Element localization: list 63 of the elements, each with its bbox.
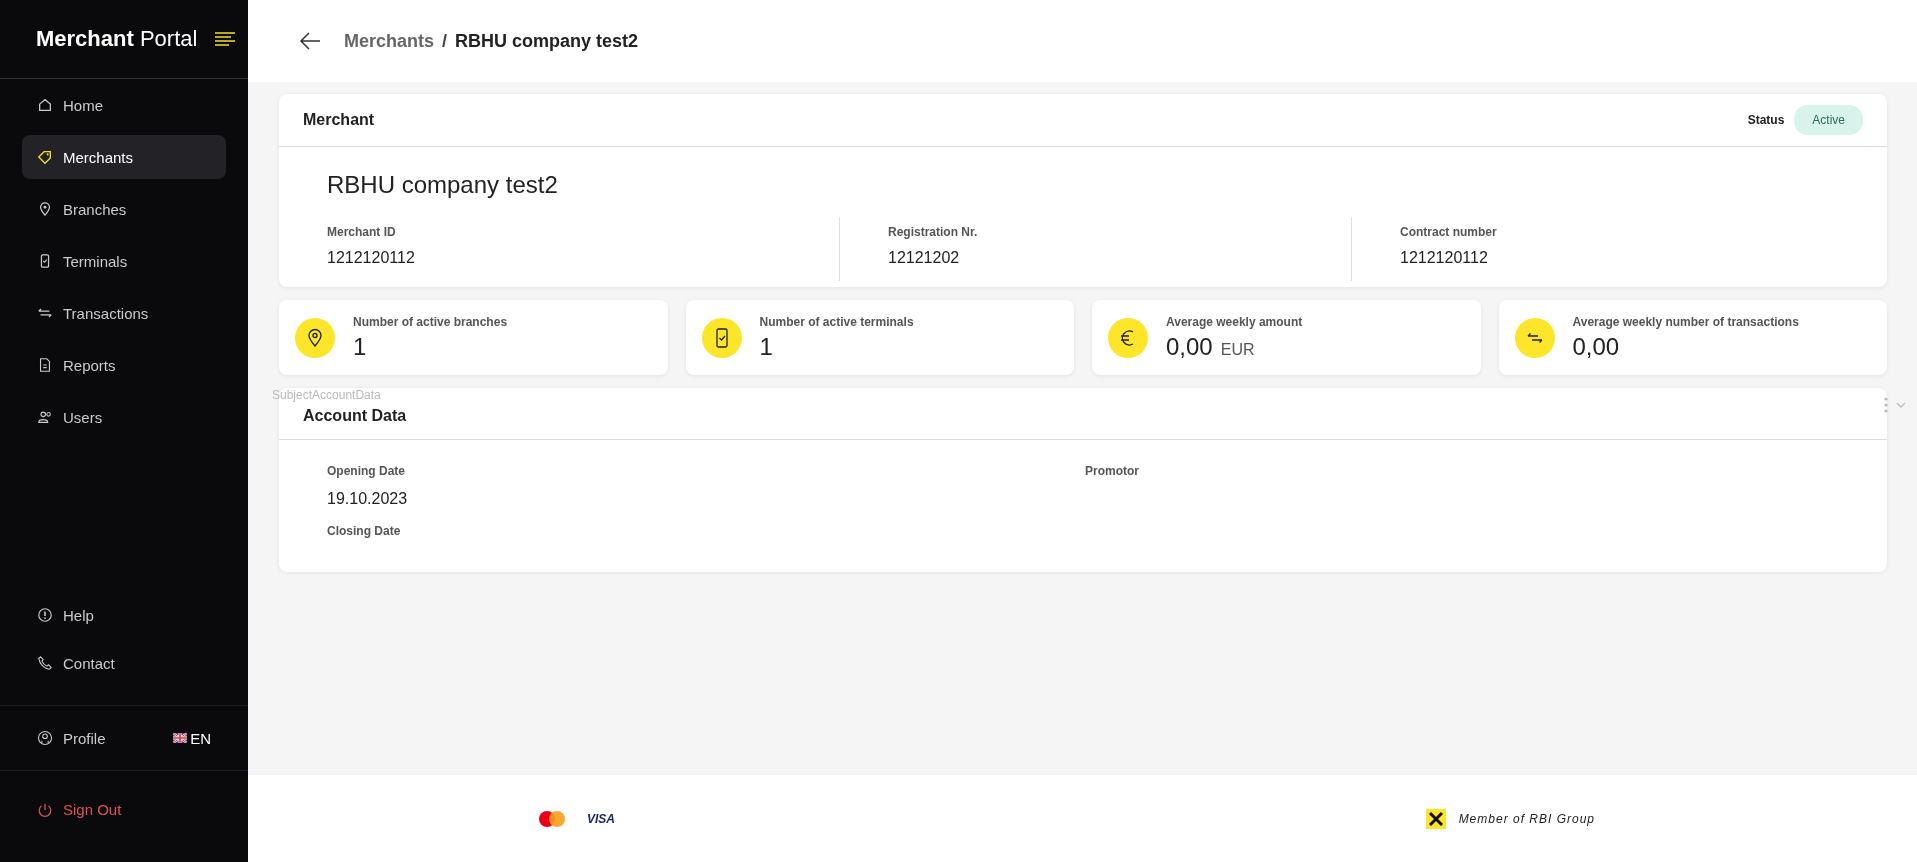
breadcrumb-link[interactable]: Merchants (344, 30, 435, 52)
phone-icon (37, 655, 53, 671)
field-label: Opening Date (327, 464, 406, 478)
breadcrumb-separator: / (442, 30, 448, 52)
merchant-name: RBHU company test2 (327, 171, 559, 199)
breadcrumb-current: RBHU company test2 (455, 30, 639, 52)
menu-button[interactable] (212, 29, 238, 49)
app-title: Merchant Portal (36, 26, 198, 52)
nav-item[interactable]: Users (22, 395, 226, 439)
field-label: Merchant ID (327, 225, 397, 239)
location-pin-icon (295, 317, 335, 358)
status-badge: Active (1794, 105, 1863, 135)
nav-item[interactable]: Home (22, 83, 226, 127)
field-label: Registration Nr. (888, 225, 979, 239)
nav-item[interactable]: Branches (22, 187, 226, 231)
nav-item[interactable]: Reports (22, 343, 226, 387)
location-pin-icon (37, 201, 53, 217)
field-value: 1212120112 (327, 249, 416, 267)
stat-label: Number of active branches (353, 314, 508, 329)
stat-value: 0,00 (1166, 332, 1213, 361)
phone-check-icon (701, 317, 742, 358)
field-value: 1212120112 (1400, 249, 1489, 267)
arrows-icon (1514, 317, 1555, 358)
language-selector[interactable]: EN (173, 729, 211, 747)
ghost-label: SubjectAccountData (272, 389, 381, 402)
users-icon (37, 409, 53, 425)
footer-text: Member of RBI Group (1458, 811, 1595, 826)
field-label: Contract number (1400, 225, 1498, 239)
user-icon (37, 730, 53, 746)
field-value: 12121202 (888, 249, 961, 267)
euro-icon (1108, 317, 1148, 358)
home-icon (37, 97, 53, 113)
back-button[interactable] (298, 31, 322, 51)
nav-item[interactable]: Help (22, 593, 226, 637)
nav-item[interactable]: Terminals (22, 239, 226, 283)
status-label: Status (1747, 113, 1785, 127)
tag-icon (37, 149, 53, 165)
sign-out-button[interactable]: Sign Out (37, 801, 122, 818)
stat-label: Average weekly number of transactions (1572, 314, 1799, 329)
stat-value: 1 (353, 332, 367, 361)
stat-label: Average weekly amount (1166, 314, 1303, 329)
flag-icon (173, 733, 188, 743)
nav-item[interactable]: Merchants (22, 135, 226, 179)
profile-link[interactable]: Profile (37, 729, 106, 747)
back-arrow-icon (298, 31, 322, 51)
menu-icon (212, 29, 238, 49)
power-icon (37, 801, 53, 818)
field-label: Promotor (1085, 464, 1140, 478)
document-icon (37, 357, 53, 373)
card-logo-icon (537, 808, 567, 829)
stat-value: 1 (759, 332, 773, 361)
stat-value: 0,00 (1572, 332, 1620, 361)
nav-item[interactable]: Transactions (22, 291, 226, 335)
nav-item[interactable]: Contact (22, 641, 226, 685)
field-value: 19.10.2023 (327, 490, 409, 508)
info-icon (37, 607, 53, 623)
card-title: Account Data (303, 407, 407, 425)
stat-unit: EUR (1220, 340, 1255, 359)
card-brand-logo: VISA (587, 811, 615, 826)
card-title: Merchant (303, 111, 375, 129)
group-logo-icon (1425, 808, 1446, 829)
stat-label: Number of active terminals (759, 314, 914, 329)
field-label: Closing Date (327, 524, 402, 538)
